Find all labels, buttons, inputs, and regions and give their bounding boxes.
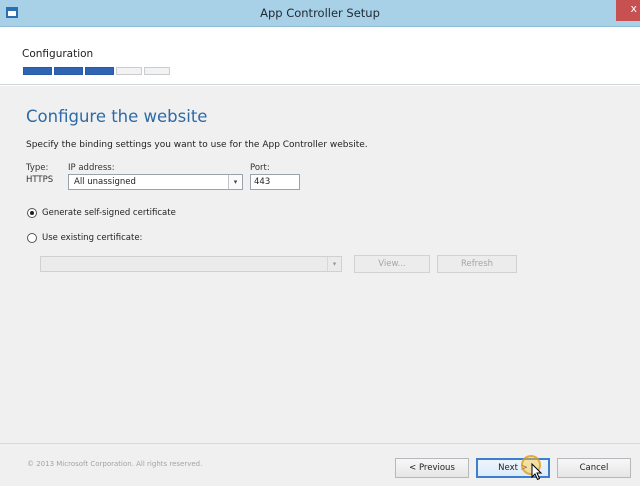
type-value: HTTPS (26, 175, 54, 185)
close-icon: x (630, 2, 637, 15)
page-title: Configure the website (26, 107, 208, 126)
port-input[interactable]: 443 (250, 174, 300, 190)
port-label: Port: (250, 163, 270, 173)
progress-step (54, 67, 83, 75)
section-label: Configuration (22, 48, 94, 60)
progress-step (85, 67, 114, 75)
existing-certificate-label[interactable]: Use existing certificate: (42, 233, 142, 243)
page-description: Specify the binding settings you want to… (26, 140, 368, 150)
title-bar: App Controller Setup x (0, 0, 640, 27)
progress-step (23, 67, 52, 75)
generate-certificate-radio[interactable] (27, 208, 37, 218)
view-button[interactable]: View... (354, 255, 430, 273)
refresh-button[interactable]: Refresh (437, 255, 517, 273)
certificate-select[interactable]: ▾ (40, 256, 342, 272)
previous-button[interactable]: < Previous (395, 458, 469, 478)
footer-divider (0, 443, 640, 444)
ip-address-value: All unassigned (74, 177, 136, 187)
chevron-down-icon[interactable]: ▾ (228, 175, 242, 189)
ip-address-select[interactable]: All unassigned ▾ (68, 174, 243, 190)
wizard-header: Configuration (0, 27, 640, 85)
copyright-text: © 2013 Microsoft Corporation. All rights… (27, 460, 203, 468)
progress-step (116, 67, 142, 75)
cancel-button[interactable]: Cancel (557, 458, 631, 478)
generate-certificate-label[interactable]: Generate self-signed certificate (42, 208, 176, 218)
main-panel: Configure the website Specify the bindin… (0, 86, 640, 486)
existing-certificate-radio[interactable] (27, 233, 37, 243)
mouse-pointer-icon (531, 463, 543, 481)
wizard-progress (23, 67, 170, 75)
window-title: App Controller Setup (260, 6, 380, 20)
chevron-down-icon[interactable]: ▾ (327, 257, 341, 271)
close-button[interactable]: x (616, 0, 640, 21)
progress-step (144, 67, 170, 75)
type-label: Type: (26, 163, 49, 173)
ip-address-label: IP address: (68, 163, 115, 173)
port-value: 443 (254, 177, 271, 187)
